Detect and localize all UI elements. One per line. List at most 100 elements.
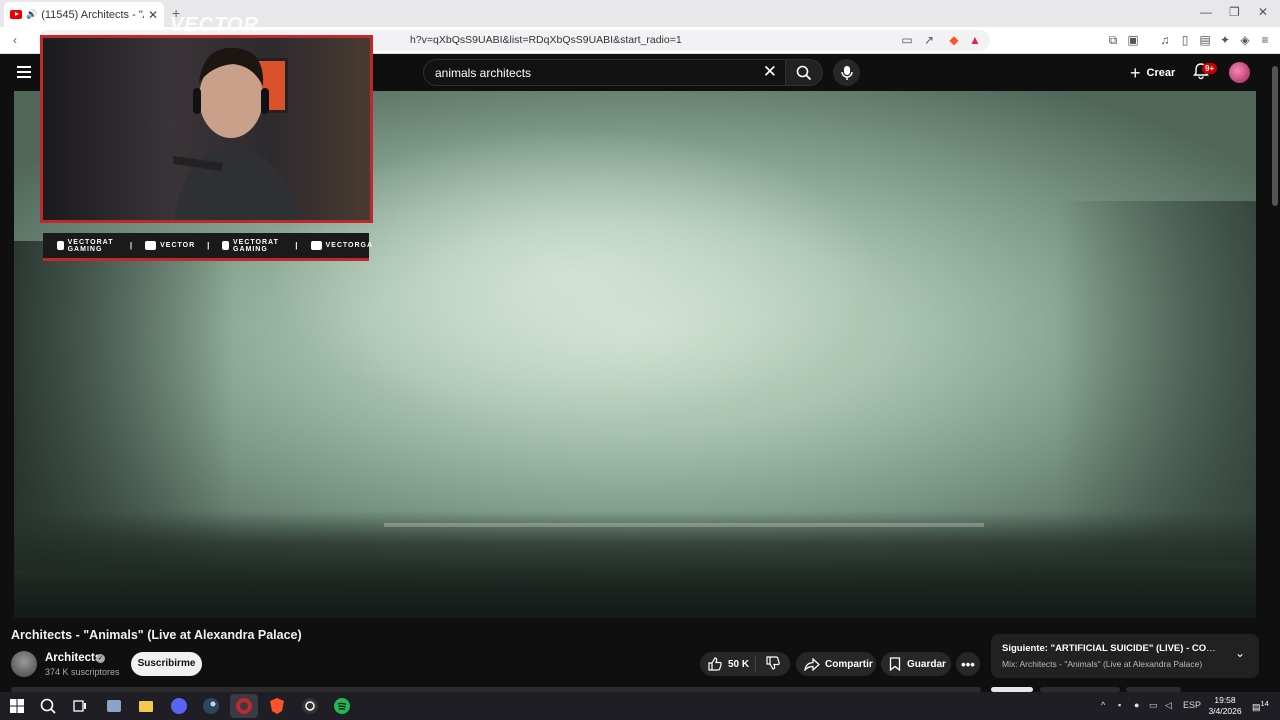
divider: | — [207, 241, 211, 250]
divider: | — [295, 241, 299, 250]
maximize-icon[interactable]: ❐ — [1229, 5, 1240, 19]
microphone-icon — [841, 66, 853, 80]
wallet-icon[interactable]: ▤ — [1198, 33, 1212, 47]
streamer-facecam — [40, 35, 373, 223]
subscribe-button[interactable]: Suscribirme — [131, 652, 202, 676]
windows-start-icon[interactable] — [8, 697, 26, 715]
share-button[interactable]: Compartir — [796, 652, 876, 676]
speaker-icon: 🔊 — [26, 9, 38, 19]
brave-rewards-icon[interactable]: ▲ — [968, 33, 982, 47]
verified-check-icon: ✓ — [96, 654, 105, 663]
channel-avatar[interactable] — [11, 651, 37, 677]
obs-icon — [236, 698, 252, 714]
network-icon[interactable]: ▭ — [1149, 700, 1158, 711]
tab-title: (11545) Architects - "Animals" — [41, 8, 144, 21]
close-window-icon[interactable]: ✕ — [1258, 5, 1268, 19]
dislike-button[interactable] — [756, 655, 780, 673]
youtube-icon — [57, 241, 64, 250]
channel-name[interactable]: Architects — [45, 652, 101, 664]
sidebar-icon[interactable]: ▯ — [1178, 33, 1192, 47]
search-input[interactable]: animals architects — [435, 66, 531, 80]
subscriber-count: 374 K suscriptores — [45, 667, 120, 677]
file-explorer-icon[interactable] — [137, 697, 155, 715]
up-next-title: Siguiente: "ARTIFICIAL SUICIDE" (LIVE) -… — [1002, 643, 1222, 654]
search-box[interactable]: animals architects ✕ — [423, 59, 785, 86]
chevron-down-icon[interactable]: ⌄ — [1235, 646, 1245, 660]
more-dots-icon: ••• — [961, 656, 975, 672]
up-next-card[interactable]: Siguiente: "ARTIFICIAL SUICIDE" (LIVE) -… — [991, 634, 1259, 678]
instagram-icon — [310, 241, 322, 250]
share-arrow-icon — [804, 657, 820, 671]
search-icon — [796, 65, 812, 81]
tray-app-icon[interactable]: ▪ — [1118, 700, 1121, 710]
minimize-icon[interactable]: — — [1200, 5, 1212, 19]
save-button[interactable]: Guardar — [881, 652, 951, 676]
voice-search-button[interactable] — [833, 59, 860, 86]
tab-search-icon[interactable]: ▣ — [1126, 33, 1140, 47]
discord-icon[interactable] — [170, 697, 188, 715]
social-label: VECTORAT GAMING — [67, 238, 114, 253]
clear-search-icon[interactable]: ✕ — [763, 62, 777, 82]
social-twitter: VECTORAT GAMING — [222, 239, 283, 253]
plus-icon: + — [1130, 62, 1141, 83]
facecam-streamer — [173, 47, 301, 220]
search-taskbar-icon[interactable] — [39, 697, 57, 715]
clock-time: 19:58 — [1214, 695, 1236, 705]
notification-badge: 9+ — [1202, 63, 1218, 74]
social-label: VECTORAT GAMING — [233, 238, 279, 253]
browser-menu-icon[interactable]: ≡ — [1258, 33, 1272, 47]
share-page-icon[interactable]: ↗ — [922, 33, 936, 47]
social-label: VECTOR — [160, 242, 196, 249]
bookmark-icon — [889, 657, 901, 671]
steam-icon[interactable] — [202, 697, 220, 715]
overlay-watermark: VECTOR — [170, 14, 259, 36]
volume-icon[interactable]: ◁ — [1165, 700, 1172, 711]
create-button[interactable]: + Crear — [1124, 59, 1180, 86]
brave-browser-icon[interactable] — [268, 697, 286, 715]
task-view-icon[interactable] — [71, 697, 89, 715]
microphone-tray-icon[interactable]: ● — [1134, 700, 1139, 710]
tray-expand-icon[interactable]: ^ — [1101, 700, 1105, 710]
twitter-icon — [222, 241, 230, 250]
social-youtube: VECTORAT GAMING — [57, 239, 118, 253]
more-actions-button[interactable]: ••• — [956, 652, 980, 676]
hamburger-menu-icon[interactable] — [17, 66, 31, 78]
up-next-mix: Mix: Architects - "Animals" (Live at Ale… — [1002, 659, 1203, 669]
vpn-icon[interactable]: ◈ — [1238, 33, 1252, 47]
share-label: Compartir — [825, 658, 873, 670]
tab-close-icon[interactable]: ✕ — [148, 8, 158, 22]
like-count: 50 K — [728, 658, 750, 670]
social-label: VECTORGA — [325, 242, 374, 249]
app-icon[interactable] — [301, 697, 319, 715]
social-instagram: VECTORGA — [310, 241, 374, 250]
like-button[interactable]: 50 K — [700, 656, 756, 672]
search-button[interactable] — [785, 59, 823, 86]
social-handles-bar: VECTORAT GAMING | VECTOR | VECTORAT GAMI… — [43, 233, 372, 261]
create-label: Crear — [1146, 66, 1176, 79]
save-label: Guardar — [907, 658, 946, 670]
windows-taskbar: ^ ▪ ● ▭ ◁ ESP 19:58 3/4/2026 ▤14 — [0, 692, 1280, 720]
user-avatar[interactable] — [1229, 62, 1250, 83]
notification-center-icon[interactable]: ▤14 — [1252, 699, 1269, 713]
app-icon[interactable] — [105, 697, 123, 715]
video-frame-crowd — [14, 511, 1256, 618]
back-icon[interactable]: ‹ — [8, 33, 22, 47]
like-dislike-group: 50 K — [700, 652, 790, 676]
cast-icon[interactable]: ▭ — [900, 33, 914, 47]
divider: | — [129, 241, 134, 250]
browser-tab[interactable]: 🔊 (11545) Architects - "Animals" ✕ — [4, 2, 164, 27]
leo-ai-icon[interactable]: ✦ — [1218, 33, 1232, 47]
thumbs-down-icon — [766, 655, 780, 670]
up-next-video: "ARTIFICIAL SUICIDE" (LIVE) - CONCRET... — [1050, 643, 1222, 654]
language-indicator[interactable]: ESP — [1183, 700, 1201, 710]
extensions-icon[interactable]: ⧉ — [1106, 33, 1120, 47]
brave-shield-icon[interactable]: ◆ — [947, 33, 961, 47]
youtube-favicon-icon — [10, 10, 22, 19]
spotify-icon[interactable] — [333, 697, 351, 715]
media-icon[interactable]: ♫ — [1158, 33, 1172, 47]
taskbar-clock[interactable]: 19:58 3/4/2026 — [1203, 695, 1247, 717]
scrollbar-thumb[interactable] — [1272, 66, 1278, 206]
social-twitch: VECTOR — [145, 241, 195, 250]
active-app-highlight[interactable] — [230, 694, 258, 718]
up-next-label: Siguiente: — [1002, 643, 1048, 654]
